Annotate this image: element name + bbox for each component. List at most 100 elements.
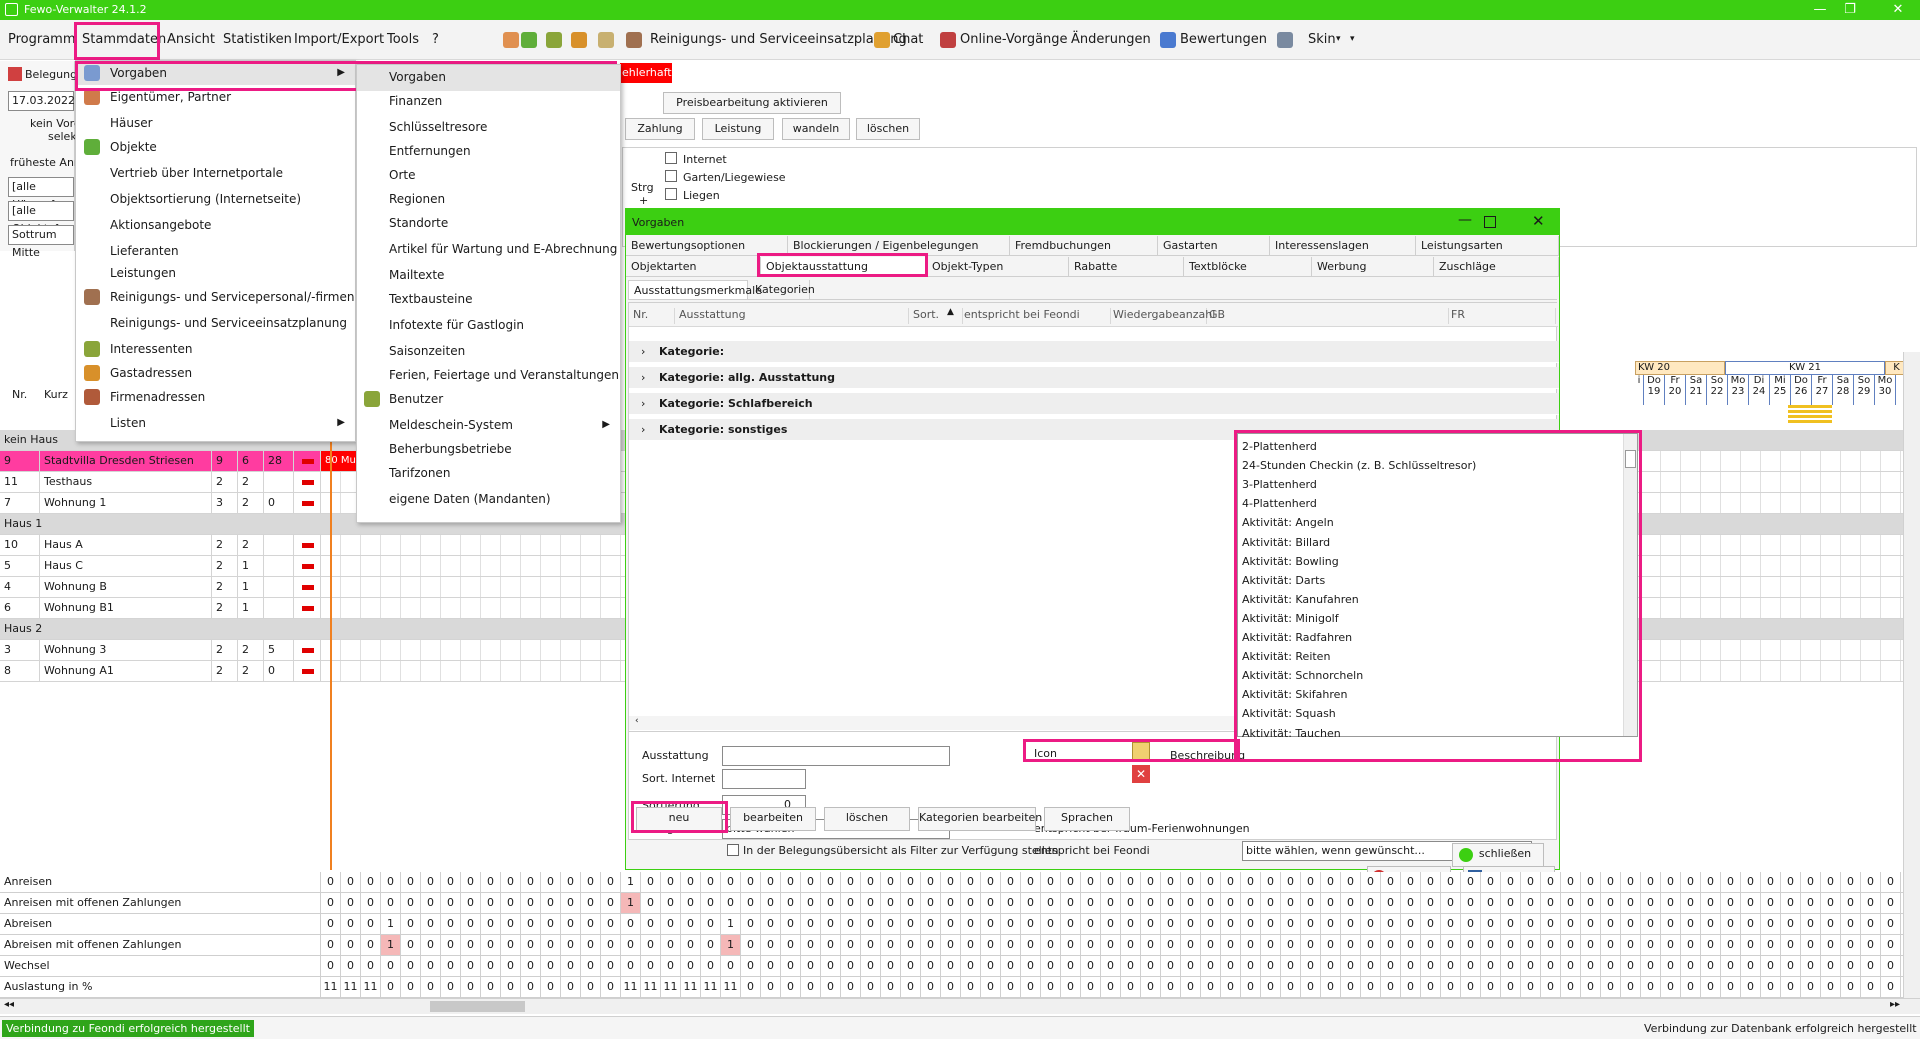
- grid-day-cell[interactable]: [1661, 598, 1681, 618]
- list-item[interactable]: Aktivität: Darts: [1242, 571, 1325, 590]
- grid-day-cell[interactable]: [381, 598, 401, 618]
- grid-day-cell[interactable]: [1721, 598, 1741, 618]
- toolbar-online[interactable]: Online-Vorgänge: [960, 32, 1068, 47]
- booking-bar[interactable]: 80 Mus: [321, 451, 361, 471]
- grid-day-cell[interactable]: [1641, 661, 1661, 681]
- grid-day-cell[interactable]: [541, 640, 561, 660]
- list-item[interactable]: Aktivität: Tauchen: [1242, 724, 1341, 743]
- col-header[interactable]: Nr.: [633, 308, 675, 324]
- grid-day-cell[interactable]: [1881, 661, 1901, 681]
- grid-day-cell[interactable]: [1701, 493, 1721, 513]
- objekt-filter[interactable]: [alle Objekte]: [8, 201, 74, 235]
- grid-day-cell[interactable]: [1721, 535, 1741, 555]
- menu-import-export[interactable]: Import/Export: [294, 32, 384, 47]
- grid-day-cell[interactable]: [381, 640, 401, 660]
- grid-day-cell[interactable]: [481, 556, 501, 576]
- grid-day-cell[interactable]: [1881, 577, 1901, 597]
- grid-day-cell[interactable]: [1821, 451, 1841, 471]
- grid-day-cell[interactable]: [1821, 661, 1841, 681]
- stammdaten-item-14[interactable]: Listen ▶: [76, 411, 355, 435]
- list-item[interactable]: 3-Plattenherd: [1242, 475, 1317, 494]
- subtab-ausstattungsmerkmale[interactable]: Ausstattungsmerkmale: [628, 280, 762, 300]
- grid-day-cell[interactable]: [381, 556, 401, 576]
- delete-icon[interactable]: ✕: [1132, 765, 1150, 783]
- stammdaten-item-0[interactable]: Vorgaben ▶: [76, 61, 355, 85]
- stammdaten-item-3[interactable]: Objekte: [76, 135, 355, 159]
- grid-day-cell[interactable]: [1661, 493, 1681, 513]
- list-item[interactable]: Aktivität: Billard: [1242, 533, 1330, 552]
- grid-day-cell[interactable]: [1841, 451, 1861, 471]
- grid-day-cell[interactable]: [501, 556, 521, 576]
- tab-leistungsarten[interactable]: Leistungsarten: [1416, 236, 1559, 256]
- grid-day-cell[interactable]: [1761, 472, 1781, 492]
- grid-day-cell[interactable]: [421, 661, 441, 681]
- toolbar-skin[interactable]: Skin: [1308, 32, 1336, 47]
- dialog-close-button[interactable]: ✕: [1532, 212, 1545, 230]
- grid-day-cell[interactable]: [321, 640, 341, 660]
- grid-day-cell[interactable]: [1721, 556, 1741, 576]
- grid-day-cell[interactable]: [361, 535, 381, 555]
- online-icon[interactable]: [940, 32, 956, 48]
- grid-day-cell[interactable]: [501, 640, 521, 660]
- grid-day-cell[interactable]: [361, 556, 381, 576]
- grid-day-cell[interactable]: [1801, 598, 1821, 618]
- grid-day-cell[interactable]: [1641, 598, 1661, 618]
- grid-day-cell[interactable]: [601, 535, 621, 555]
- grid-day-cell[interactable]: [481, 577, 501, 597]
- list-item[interactable]: Aktivität: Reiten: [1242, 647, 1330, 666]
- grid-day-cell[interactable]: [1821, 472, 1841, 492]
- grid-day-cell[interactable]: [541, 577, 561, 597]
- grid-day-cell[interactable]: [381, 577, 401, 597]
- grid-day-cell[interactable]: [1881, 493, 1901, 513]
- grid-day-cell[interactable]: [1721, 472, 1741, 492]
- ort-filter[interactable]: Sottrum Mitte: [8, 225, 74, 259]
- booking-stripe[interactable]: [1788, 405, 1832, 425]
- grid-day-cell[interactable]: [1821, 535, 1841, 555]
- grid-day-cell[interactable]: [1801, 535, 1821, 555]
- grid-day-cell[interactable]: [1641, 493, 1661, 513]
- grid-day-cell[interactable]: [1741, 472, 1761, 492]
- vorgaben-item-9[interactable]: Textbausteine: [357, 287, 620, 311]
- grid-day-cell[interactable]: [381, 535, 401, 555]
- vorgaben-item-13[interactable]: Benutzer: [357, 387, 620, 411]
- grid-day-cell[interactable]: [1841, 661, 1861, 681]
- grid-day-cell[interactable]: [1801, 451, 1821, 471]
- grid-day-cell[interactable]: [461, 661, 481, 681]
- tab-blockierungen-eigenbelegungen[interactable]: Blockierungen / Eigenbelegungen: [788, 236, 1010, 256]
- grid-day-cell[interactable]: [501, 598, 521, 618]
- grid-day-cell[interactable]: [361, 577, 381, 597]
- grid-day-cell[interactable]: [341, 598, 361, 618]
- grid-day-cell[interactable]: [1701, 598, 1721, 618]
- stammdaten-item-6[interactable]: Aktionsangebote: [76, 213, 355, 237]
- list-item[interactable]: Aktivität: Kanufahren: [1242, 590, 1359, 609]
- grid-day-cell[interactable]: [1781, 493, 1801, 513]
- grid-day-cell[interactable]: [321, 556, 341, 576]
- subtab-kategorien[interactable]: Kategorien: [750, 280, 815, 300]
- vscrollbar[interactable]: [1903, 352, 1920, 998]
- grid-day-cell[interactable]: [1681, 640, 1701, 660]
- notepad-icon[interactable]: [598, 32, 614, 48]
- grid-day-cell[interactable]: [1661, 640, 1681, 660]
- vorgaben-item-2[interactable]: Schlüsseltresore: [357, 115, 620, 139]
- list-item[interactable]: Aktivität: Bowling: [1242, 552, 1339, 571]
- grid-day-cell[interactable]: [341, 535, 361, 555]
- list-item[interactable]: Aktivität: Angeln: [1242, 513, 1334, 532]
- grid-day-cell[interactable]: [1861, 493, 1881, 513]
- vorgaben-item-7[interactable]: Artikel für Wartung und E-Abrechnung: [357, 237, 620, 261]
- haus-filter[interactable]: [alle Häuser]: [8, 177, 74, 211]
- grid-day-cell[interactable]: [581, 598, 601, 618]
- grid-day-cell[interactable]: [1801, 640, 1821, 660]
- grid-day-cell[interactable]: [501, 661, 521, 681]
- grid-day-cell[interactable]: [1661, 577, 1681, 597]
- grid-day-cell[interactable]: [1701, 535, 1721, 555]
- grid-day-cell[interactable]: [1861, 472, 1881, 492]
- stammdaten-item-11[interactable]: Interessenten: [76, 337, 355, 361]
- grid-day-cell[interactable]: [1681, 451, 1701, 471]
- grid-day-cell[interactable]: [561, 598, 581, 618]
- col-header[interactable]: GB: [1209, 308, 1449, 324]
- bearbeiten-button[interactable]: bearbeiten: [730, 807, 816, 831]
- grid-day-cell[interactable]: [541, 535, 561, 555]
- grid-day-cell[interactable]: [1701, 451, 1721, 471]
- close-button[interactable]: ✕: [1878, 1, 1918, 19]
- grid-day-cell[interactable]: [1741, 598, 1761, 618]
